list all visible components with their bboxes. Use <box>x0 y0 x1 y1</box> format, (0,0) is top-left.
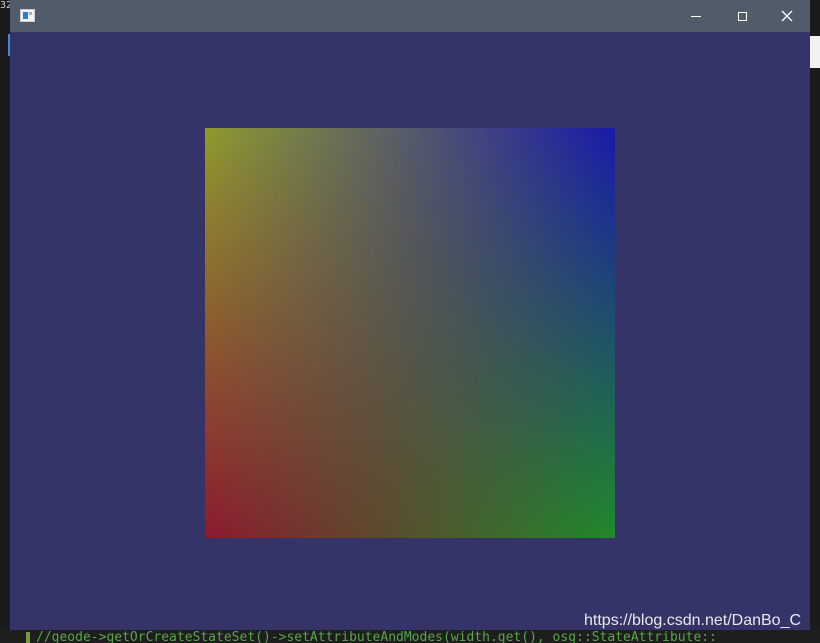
ide-code-line: //geode->getOrCreateStateSet()->setAttri… <box>0 630 820 643</box>
watermark-text: https://blog.csdn.net/DanBo_C <box>584 612 802 629</box>
ide-right-panel <box>810 36 820 68</box>
ide-code-comment: //geode->getOrCreateStateSet()->setAttri… <box>36 630 717 643</box>
render-viewport[interactable] <box>10 32 810 630</box>
app-window-icon[interactable] <box>20 9 35 22</box>
close-icon <box>781 10 793 22</box>
maximize-icon <box>737 11 747 21</box>
close-button[interactable] <box>764 0 810 32</box>
ide-change-marker <box>26 632 30 643</box>
ide-left-gutter <box>0 0 10 643</box>
ide-right-edge <box>810 0 820 643</box>
title-bar[interactable] <box>10 0 810 32</box>
maximize-button[interactable] <box>719 0 765 32</box>
gradient-quad <box>205 128 615 538</box>
minimize-icon <box>691 15 701 17</box>
minimize-button[interactable] <box>673 0 719 32</box>
app-window <box>10 0 810 630</box>
